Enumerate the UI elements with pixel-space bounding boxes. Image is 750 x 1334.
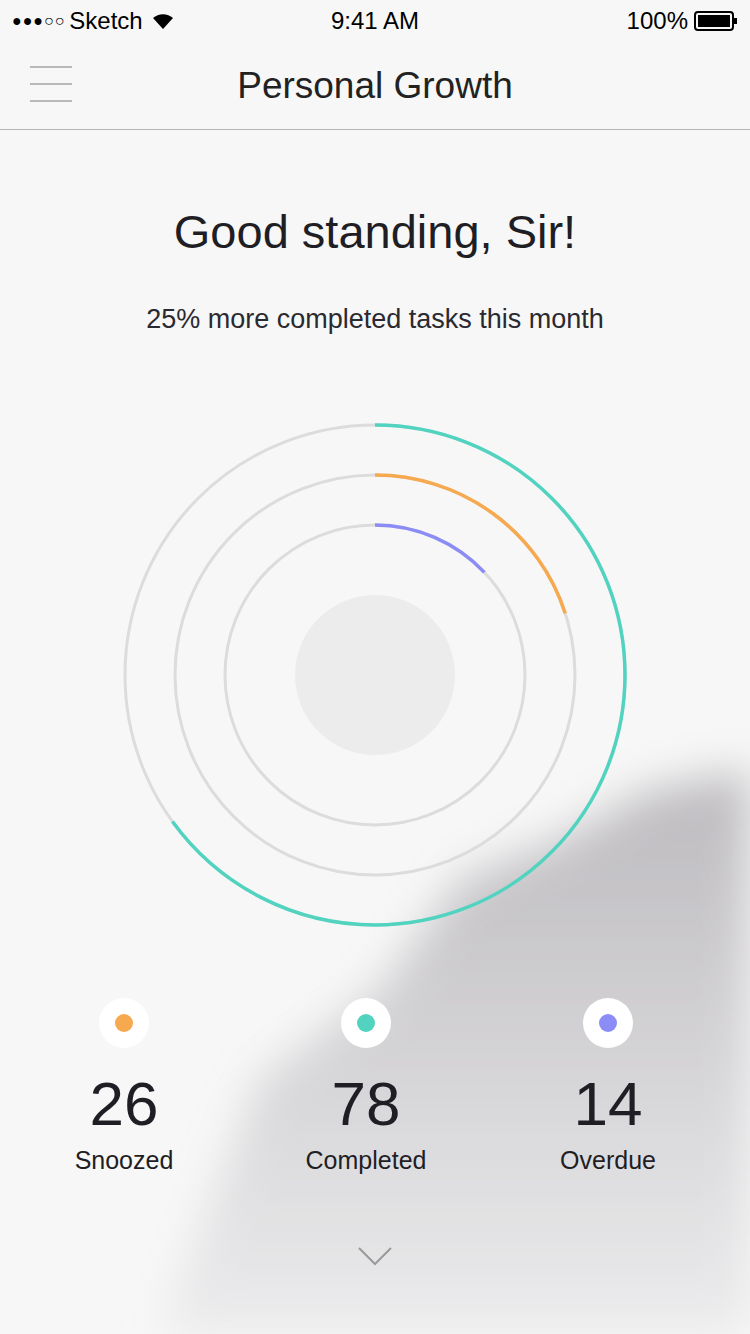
status-bar: ●●●○○Sketch 9:41 AM 100% [0,0,750,42]
stat-dot [341,998,391,1048]
nav-title: Personal Growth [237,58,513,114]
stat-dot [99,998,149,1048]
battery-icon [694,11,738,31]
ring [225,525,525,825]
stat-value: 26 [90,1068,159,1140]
carrier: Sketch [69,3,142,39]
ring [175,475,575,875]
stat-item: 78 Completed [245,998,487,1176]
stat-label: Snoozed [75,1144,174,1176]
heading: Good standing, Sir! [174,204,576,260]
stats-row: 26 Snoozed 78 Completed 14 Overdue [3,998,750,1176]
wifi-icon [151,12,175,30]
stat-value: 78 [332,1068,401,1140]
stat-item: 26 Snoozed [3,998,245,1176]
subtitle: 25% more completed tasks this month [146,302,604,336]
ring [125,425,625,925]
stat-value: 14 [574,1068,643,1140]
app-screen: ●●●○○Sketch 9:41 AM 100% Personal Growth Goo… [0,0,750,1334]
nav-bar: Personal Growth [0,42,750,130]
stat-item: 14 Overdue [487,998,729,1176]
center-circle [295,595,455,755]
battery-level: 100% [627,3,688,39]
stat-label: Completed [306,1144,427,1176]
stat-label: Overdue [560,1144,656,1176]
clock: 9:41 AM [331,3,419,39]
signal-indicator: ●●●○○ [12,9,65,33]
stat-dot [583,998,633,1048]
chevron-down-icon[interactable] [357,1246,393,1266]
menu-button[interactable] [30,64,72,104]
progress-rings [120,420,630,930]
